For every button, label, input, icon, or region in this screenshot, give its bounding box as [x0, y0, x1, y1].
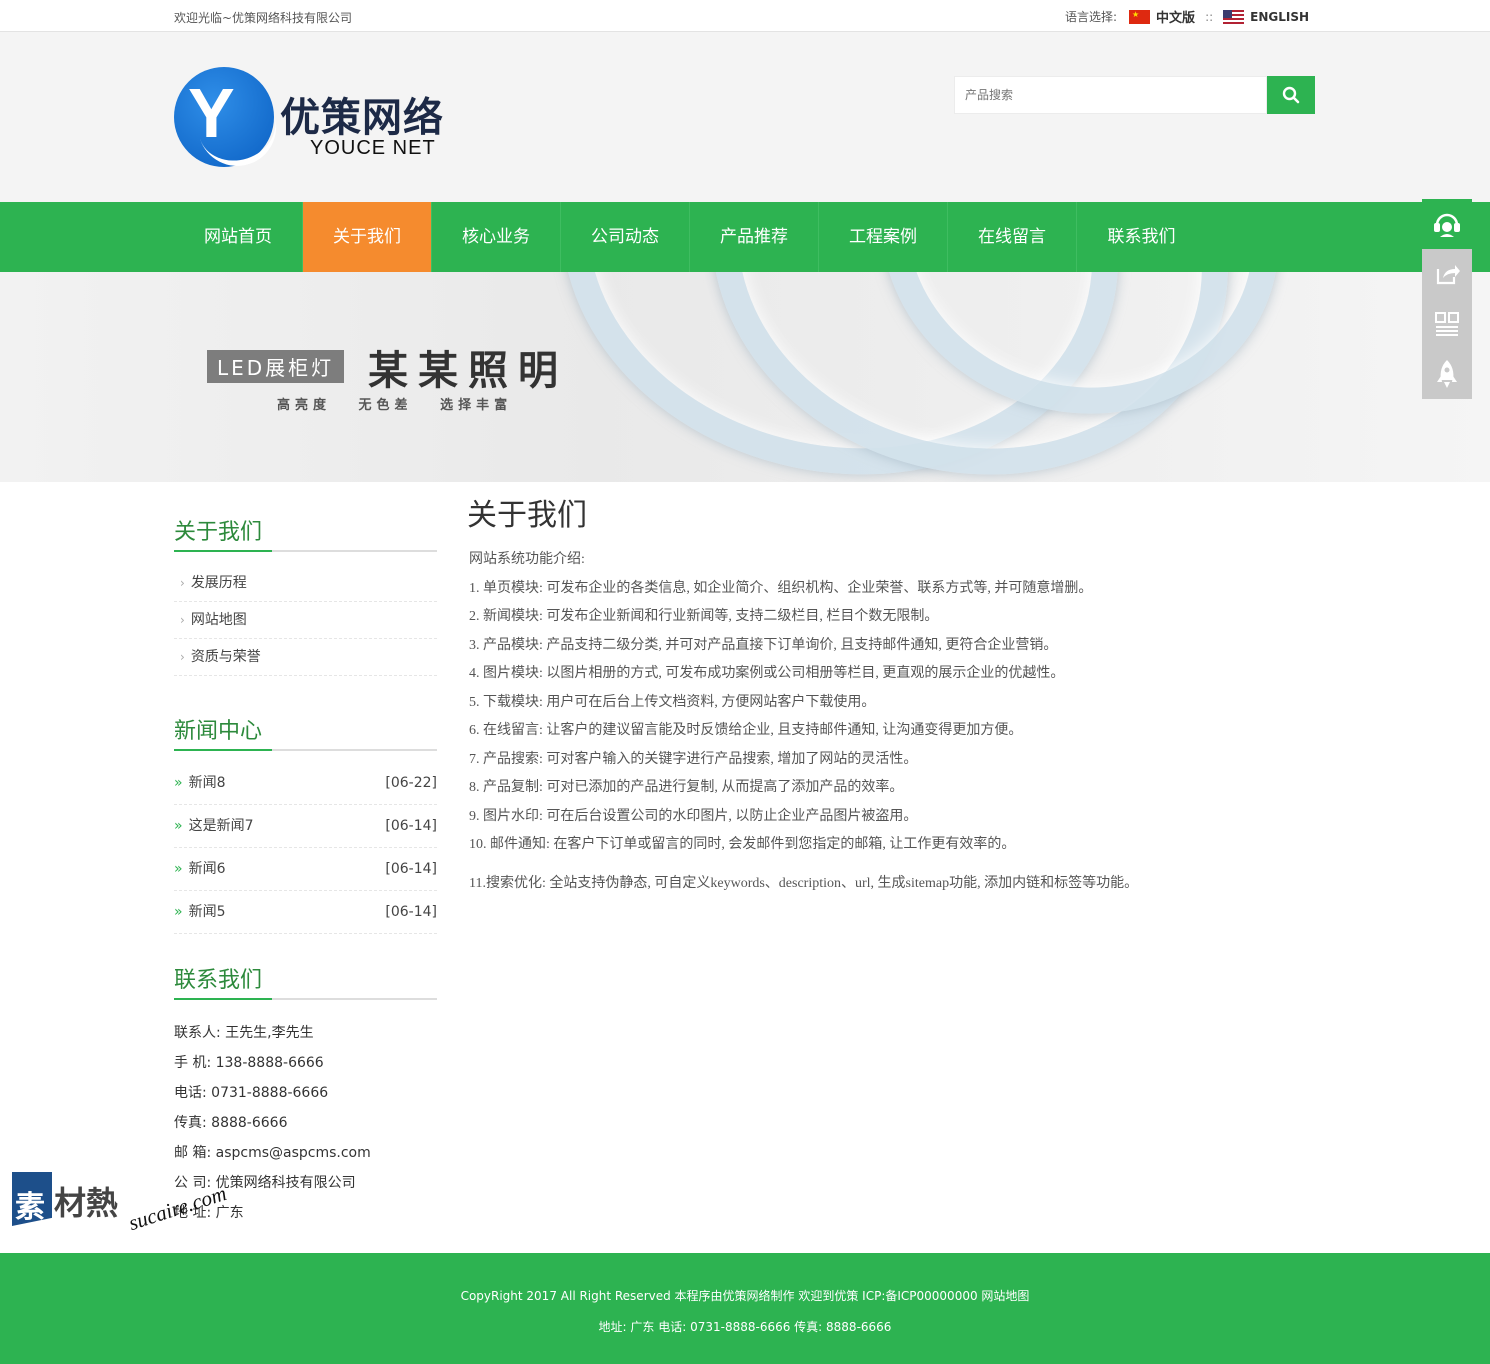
us-flag-icon[interactable]	[1223, 9, 1245, 24]
article-intro: 网站系统功能介绍:	[469, 552, 585, 567]
banner-sub-3: 选择丰富	[440, 398, 513, 413]
double-chevron-icon: »	[174, 775, 183, 791]
news-item[interactable]: » 这是新闻7 [06-14]	[174, 805, 437, 848]
footer-copyright: CopyRight 2017 All Right Reserved 本程序由优策…	[460, 1289, 1030, 1303]
article-paragraph: 2. 新闻模块: 可发布企业新闻和行业新闻等, 支持二级栏目, 栏目个数无限制。	[469, 609, 939, 624]
nav-item-message[interactable]: 在线留言	[948, 202, 1077, 272]
banner-subtitle: 高亮度 无色差 选择丰富	[277, 394, 512, 413]
article-paragraph: 9. 图片水印: 可在后台设置公司的水印图片, 以防止企业产品图片被盗用。	[469, 808, 918, 824]
headset-icon	[1434, 213, 1460, 237]
nav-item-contact[interactable]: 联系我们	[1077, 202, 1206, 272]
logo-emblem-icon: Y	[174, 67, 287, 177]
about-list: › 发展历程 › 网站地图 › 资质与荣誉	[174, 565, 437, 676]
article-paragraph: 3. 产品模块: 产品支持二级分类, 并可对产品直接下订单询价, 且支持邮件通知…	[469, 637, 1058, 653]
watermark-cn: 材熱	[54, 1184, 119, 1222]
contact-phone: 电话: 0731-8888-6666	[174, 1085, 329, 1101]
sidebar-item-sitemap[interactable]: › 网站地图	[174, 602, 437, 639]
share-button[interactable]	[1422, 249, 1472, 299]
main-content: 关于我们 网站系统功能介绍: 1. 单页模块: 可发布企业的各类信息, 如企业简…	[467, 490, 1317, 898]
logo-english-name: YOUCE NET	[310, 137, 436, 159]
customer-service-button[interactable]	[1422, 199, 1472, 249]
nav-item-home[interactable]: 网站首页	[174, 202, 303, 272]
chinese-version-link[interactable]: 中文版	[1156, 7, 1195, 26]
article-paragraph: 10. 邮件通知: 在客户下订单或留言的同时, 会发邮件到您指定的邮箱, 让工作…	[469, 837, 1016, 852]
qrcode-button[interactable]	[1422, 299, 1472, 349]
banner-sub-2: 无色差	[358, 398, 413, 413]
hero-banner: LED展柜灯 某某照明 高亮度 无色差 选择丰富	[0, 272, 1490, 482]
china-flag-icon[interactable]	[1129, 9, 1151, 24]
banner-sub-1: 高亮度	[277, 398, 332, 413]
contact-person: 联系人: 王先生,李先生	[174, 1025, 314, 1041]
search-input[interactable]	[954, 76, 1267, 114]
page-title: 关于我们	[467, 498, 587, 533]
article-paragraph: 1. 单页模块: 可发布企业的各类信息, 如企业简介、组织机构、企业荣誉、联系方…	[469, 580, 1093, 596]
article-paragraph: 6. 在线留言: 让客户的建议留言能及时反馈给企业, 且支持邮件通知, 让沟通变…	[469, 723, 1023, 738]
contact-mobile: 手 机: 138-8888-6666	[174, 1055, 324, 1071]
share-icon	[1436, 265, 1460, 285]
sidebar-news-title: 新闻中心	[174, 713, 437, 751]
contact-email: 邮 箱: aspcms@aspcms.com	[174, 1145, 371, 1161]
article-paragraph: 8. 产品复制: 可对已添加的产品进行复制, 从而提高了添加产品的效率。	[469, 780, 904, 795]
double-chevron-icon: »	[174, 861, 183, 877]
language-separator: ::	[1205, 9, 1214, 24]
news-date: [06-22]	[385, 775, 437, 791]
sidebar-item-history[interactable]: › 发展历程	[174, 565, 437, 602]
site-logo[interactable]: Y 优策网络 YOUCE NET	[174, 67, 464, 177]
banner-tag: LED展柜灯	[207, 350, 345, 383]
nav-item-about[interactable]: 关于我们	[303, 202, 432, 272]
qrcode-icon	[1435, 312, 1459, 336]
news-date: [06-14]	[385, 818, 437, 834]
article-paragraph: 4. 图片模块: 以图片相册的方式, 可发布成功案例或公司相册等栏目, 更直观的…	[469, 666, 1065, 681]
sidebar-about-title: 关于我们	[174, 514, 437, 552]
chevron-right-icon: ›	[180, 613, 185, 627]
footer: CopyRight 2017 All Right Reserved 本程序由优策…	[0, 1253, 1490, 1364]
contact-fax: 传真: 8888-6666	[174, 1115, 288, 1131]
floating-toolbar	[1422, 199, 1472, 399]
nav-item-products[interactable]: 产品推荐	[690, 202, 819, 272]
rocket-icon	[1437, 360, 1457, 388]
banner-brand: 某某照明	[368, 348, 568, 394]
watermark-en: sucaire.com	[125, 1180, 230, 1236]
search-box	[954, 76, 1315, 114]
news-list: » 新闻8 [06-22] » 这是新闻7 [06-14] » 新闻6 [06-14] » 新…	[174, 762, 437, 934]
logo-chinese-name: 优策网络	[280, 95, 444, 141]
article-paragraph: 7. 产品搜索: 可对客户输入的关键字进行产品搜索, 增加了网站的灵活性。	[469, 751, 918, 767]
article-body: 网站系统功能介绍: 1. 单页模块: 可发布企业的各类信息, 如企业简介、组织机…	[467, 546, 1317, 898]
sidebar-contact-title: 联系我们	[174, 962, 437, 1000]
search-icon	[1282, 86, 1300, 104]
main-nav: 网站首页 关于我们 核心业务 公司动态 产品推荐 工程案例 在线留言 联系我们	[0, 202, 1490, 272]
chevron-right-icon: ›	[180, 650, 185, 664]
nav-item-business[interactable]: 核心业务	[432, 202, 561, 272]
welcome-text: 欢迎光临~优策网络科技有限公司	[174, 11, 353, 25]
article-paragraph: 5. 下载模块: 用户可在后台上传文档资料, 方便网站客户下载使用。	[469, 694, 876, 710]
double-chevron-icon: »	[174, 904, 183, 920]
language-switcher: 语言选择: 中文版 :: ENGLISH	[1065, 7, 1309, 26]
nav-item-news[interactable]: 公司动态	[561, 202, 690, 272]
watermark: 素 材熱 sucaire.com	[12, 1168, 272, 1238]
language-label: 语言选择:	[1065, 10, 1118, 24]
sidebar: 关于我们 › 发展历程 › 网站地图 › 资质与荣誉 新闻中心 » 新闻8 [06-22]…	[174, 514, 437, 1228]
chevron-right-icon: ›	[180, 576, 185, 590]
double-chevron-icon: »	[174, 818, 183, 834]
watermark-logo-icon: 素	[12, 1172, 52, 1226]
news-item[interactable]: » 新闻5 [06-14]	[174, 891, 437, 934]
search-button[interactable]	[1267, 76, 1315, 114]
nav-item-cases[interactable]: 工程案例	[819, 202, 948, 272]
top-bar: 欢迎光临~优策网络科技有限公司 语言选择: 中文版 :: ENGLISH	[0, 0, 1490, 32]
news-item[interactable]: » 新闻8 [06-22]	[174, 762, 437, 805]
news-item[interactable]: » 新闻6 [06-14]	[174, 848, 437, 891]
article-paragraph: 11.搜索优化: 全站支持伪静态, 可自定义keywords、descripti…	[469, 875, 1139, 891]
english-version-link[interactable]: ENGLISH	[1250, 10, 1309, 24]
back-to-top-button[interactable]	[1422, 349, 1472, 399]
news-date: [06-14]	[385, 904, 437, 920]
sidebar-item-honors[interactable]: › 资质与荣誉	[174, 639, 437, 676]
footer-contact: 地址: 广东 电话: 0731-8888-6666 传真: 8888-6666	[598, 1320, 892, 1334]
header: Y 优策网络 YOUCE NET	[0, 32, 1490, 202]
news-date: [06-14]	[385, 861, 437, 877]
